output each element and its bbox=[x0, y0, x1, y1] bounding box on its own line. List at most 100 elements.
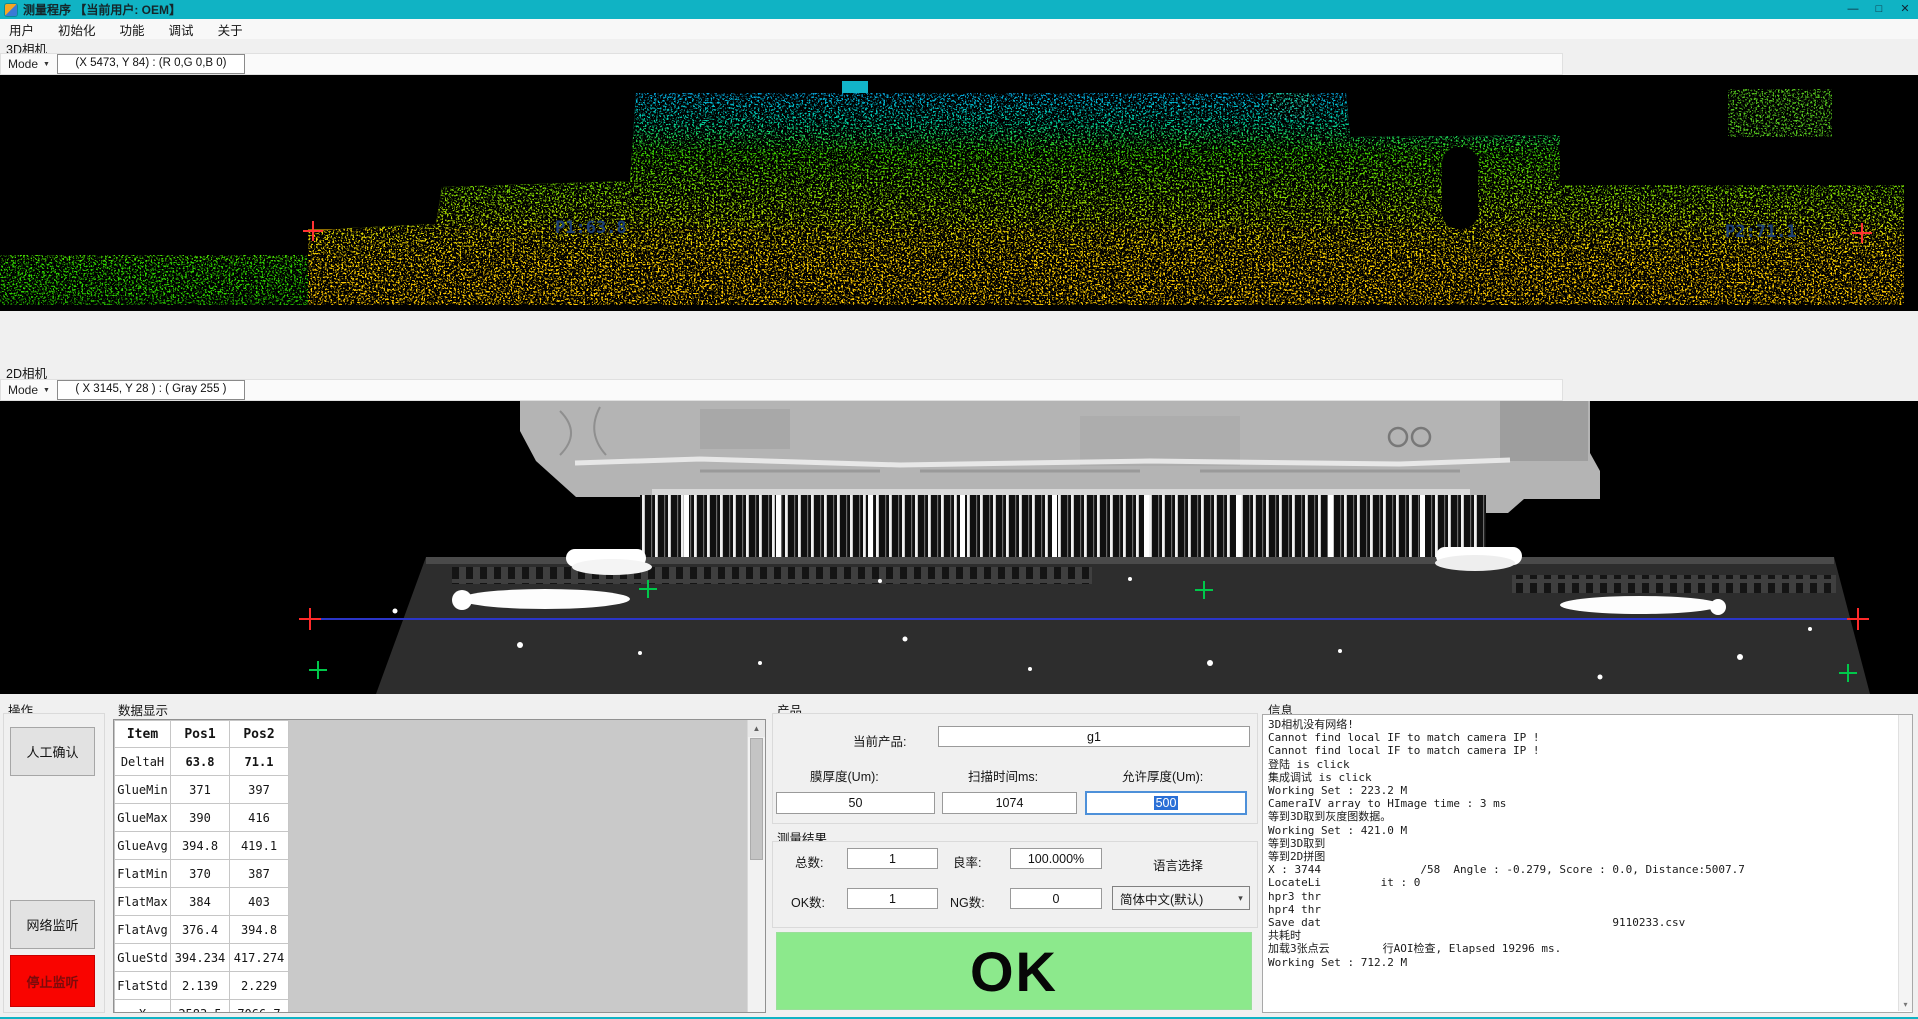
table-cell-pos2[interactable]: 403 bbox=[230, 888, 289, 916]
table-cell-item[interactable]: FlatAvg bbox=[115, 916, 171, 944]
ok-count-field[interactable]: 1 bbox=[847, 888, 938, 909]
table-cell-pos1[interactable]: 394.8 bbox=[171, 832, 230, 860]
info-log[interactable]: 3D相机没有网络!Cannot find local IF to match c… bbox=[1262, 714, 1913, 1013]
table-column-header[interactable]: Pos2 bbox=[230, 721, 289, 748]
menu-item-4[interactable]: 调试 bbox=[169, 20, 194, 39]
log-line: LocateLi it : 0 bbox=[1268, 876, 1898, 889]
table-row[interactable]: GlueMax390416 bbox=[115, 804, 289, 832]
table-cell-pos1[interactable]: 384 bbox=[171, 888, 230, 916]
table-cell-pos1[interactable]: 371 bbox=[171, 776, 230, 804]
language-select[interactable]: 简体中文(默认) ▾ bbox=[1112, 886, 1250, 910]
table-cell-pos2[interactable]: 394.8 bbox=[230, 916, 289, 944]
table-column-header[interactable]: Item bbox=[115, 721, 171, 748]
network-listen-button[interactable]: 网络监听 bbox=[10, 900, 95, 949]
table-cell-item[interactable]: FlatMax bbox=[115, 888, 171, 916]
table-cell-pos2[interactable]: 387 bbox=[230, 860, 289, 888]
close-button[interactable]: ✕ bbox=[1892, 0, 1918, 19]
allowed-thickness-input[interactable]: 500 bbox=[1085, 791, 1247, 815]
table-cell-pos1[interactable]: 2.139 bbox=[171, 972, 230, 1000]
table-row[interactable]: GlueStd394.234417.274 bbox=[115, 944, 289, 972]
info-scrollbar[interactable]: ▾ bbox=[1898, 715, 1912, 1011]
camera2d-pixel-status: ( X 3145, Y 28 ) : ( Gray 255 ) bbox=[57, 380, 245, 400]
table-cell-pos2[interactable]: 419.1 bbox=[230, 832, 289, 860]
menu-item-1[interactable]: 用户 bbox=[9, 20, 34, 39]
mode-label: Mode bbox=[8, 383, 38, 397]
mode-label: Mode bbox=[8, 57, 38, 71]
log-line: CameraIV array to HImage time : 3 ms bbox=[1268, 797, 1898, 810]
table-cell-item[interactable]: FlatStd bbox=[115, 972, 171, 1000]
log-line: 等到3D取到 bbox=[1268, 837, 1898, 850]
p2-measure-annotation: P2:71.1 bbox=[1725, 222, 1797, 242]
table-header-row: ItemPos1Pos2 bbox=[115, 721, 289, 748]
table-cell-item[interactable]: GlueStd bbox=[115, 944, 171, 972]
menu-item-5[interactable]: 关于 bbox=[218, 20, 243, 39]
film-thickness-label: 膜厚度(Um): bbox=[810, 766, 879, 785]
table-cell-pos1[interactable]: 2583.5 bbox=[171, 1000, 230, 1014]
current-product-input[interactable]: g1 bbox=[938, 726, 1250, 747]
table-row[interactable]: FlatAvg376.4394.8 bbox=[115, 916, 289, 944]
camera2d-mode-button[interactable]: Mode ▼ bbox=[1, 380, 57, 400]
table-cell-pos2[interactable]: 397 bbox=[230, 776, 289, 804]
ng-count-field[interactable]: 0 bbox=[1010, 888, 1102, 909]
table-row[interactable]: FlatMax384403 bbox=[115, 888, 289, 916]
combo-arrow-icon: ▾ bbox=[1232, 893, 1249, 904]
yield-field[interactable]: 100.000% bbox=[1010, 848, 1102, 869]
app-icon bbox=[5, 4, 17, 16]
table-row[interactable]: GlueMin371397 bbox=[115, 776, 289, 804]
scrollbar-thumb[interactable] bbox=[750, 738, 763, 860]
total-label: 总数: bbox=[795, 852, 823, 871]
log-line: 3D相机没有网络! bbox=[1268, 718, 1898, 731]
table-cell-item[interactable]: FlatMin bbox=[115, 860, 171, 888]
log-line: 等到2D拼图 bbox=[1268, 850, 1898, 863]
stop-listen-button[interactable]: 停止监听 bbox=[10, 955, 95, 1007]
scroll-up-icon[interactable]: ▲ bbox=[748, 720, 765, 737]
table-cell-pos1[interactable]: 376.4 bbox=[171, 916, 230, 944]
table-row[interactable]: FlatStd2.1392.229 bbox=[115, 972, 289, 1000]
ok-count-label: OK数: bbox=[791, 892, 825, 911]
table-cell-pos1[interactable]: 390 bbox=[171, 804, 230, 832]
maximize-button[interactable]: □ bbox=[1866, 0, 1892, 19]
scan-time-input[interactable]: 1074 bbox=[942, 792, 1077, 814]
table-cell-pos2[interactable]: 71.1 bbox=[230, 748, 289, 776]
table-cell-item[interactable]: DeltaH bbox=[115, 748, 171, 776]
camera3d-mode-button[interactable]: Mode ▼ bbox=[1, 54, 57, 74]
selected-text: 500 bbox=[1154, 796, 1179, 810]
table-row[interactable]: FlatMin370387 bbox=[115, 860, 289, 888]
yield-label: 良率: bbox=[953, 852, 981, 871]
table-row[interactable]: GlueAvg394.8419.1 bbox=[115, 832, 289, 860]
table-cell-pos1[interactable]: 370 bbox=[171, 860, 230, 888]
menubar: 用户 初始化 功能 调试 关于 bbox=[0, 19, 1918, 39]
menu-item-3[interactable]: 功能 bbox=[120, 20, 145, 39]
table-cell-pos2[interactable]: 2.229 bbox=[230, 972, 289, 1000]
table-cell-item[interactable]: GlueMin bbox=[115, 776, 171, 804]
data-display-title: 数据显示 bbox=[118, 700, 168, 719]
total-count-field[interactable]: 1 bbox=[847, 848, 938, 869]
table-cell-item[interactable]: GlueMax bbox=[115, 804, 171, 832]
table-cell-pos1[interactable]: 63.8 bbox=[171, 748, 230, 776]
data-table[interactable]: ItemPos1Pos2 DeltaH63.871.1GlueMin371397… bbox=[113, 719, 766, 1013]
window-title: 测量程序 【当前用户: OEM】 bbox=[23, 1, 181, 18]
table-cell-item[interactable]: X bbox=[115, 1000, 171, 1014]
manual-confirm-button[interactable]: 人工确认 bbox=[10, 727, 95, 776]
titlebar: 测量程序 【当前用户: OEM】 — □ ✕ bbox=[0, 0, 1918, 19]
grayscale-2d-image[interactable] bbox=[0, 401, 1918, 694]
table-cell-pos2[interactable]: 416 bbox=[230, 804, 289, 832]
film-thickness-input[interactable]: 50 bbox=[776, 792, 935, 814]
table-scrollbar[interactable]: ▲ bbox=[747, 720, 765, 1012]
current-product-label: 当前产品: bbox=[853, 731, 906, 750]
table-cell-item[interactable]: GlueAvg bbox=[115, 832, 171, 860]
minimize-button[interactable]: — bbox=[1840, 0, 1866, 19]
table-cell-pos1[interactable]: 394.234 bbox=[171, 944, 230, 972]
heightmap-3d-image[interactable]: P1:63.8 P2:71.1 bbox=[0, 75, 1918, 311]
table-cell-pos2[interactable]: 7066.7 bbox=[230, 1000, 289, 1014]
log-line: Save dat 9110233.csv bbox=[1268, 916, 1898, 929]
log-line: 登陆 is click bbox=[1268, 758, 1898, 771]
menu-item-2[interactable]: 初始化 bbox=[58, 20, 96, 39]
log-line: X : 3744 /58 Angle : -0.279, Score : 0.0… bbox=[1268, 863, 1898, 876]
table-row[interactable]: DeltaH63.871.1 bbox=[115, 748, 289, 776]
table-column-header[interactable]: Pos1 bbox=[171, 721, 230, 748]
table-row[interactable]: X2583.57066.7 bbox=[115, 1000, 289, 1014]
table-cell-pos2[interactable]: 417.274 bbox=[230, 944, 289, 972]
scan-time-label: 扫描时间ms: bbox=[968, 766, 1038, 785]
heightmap-3d-render bbox=[0, 75, 1918, 311]
